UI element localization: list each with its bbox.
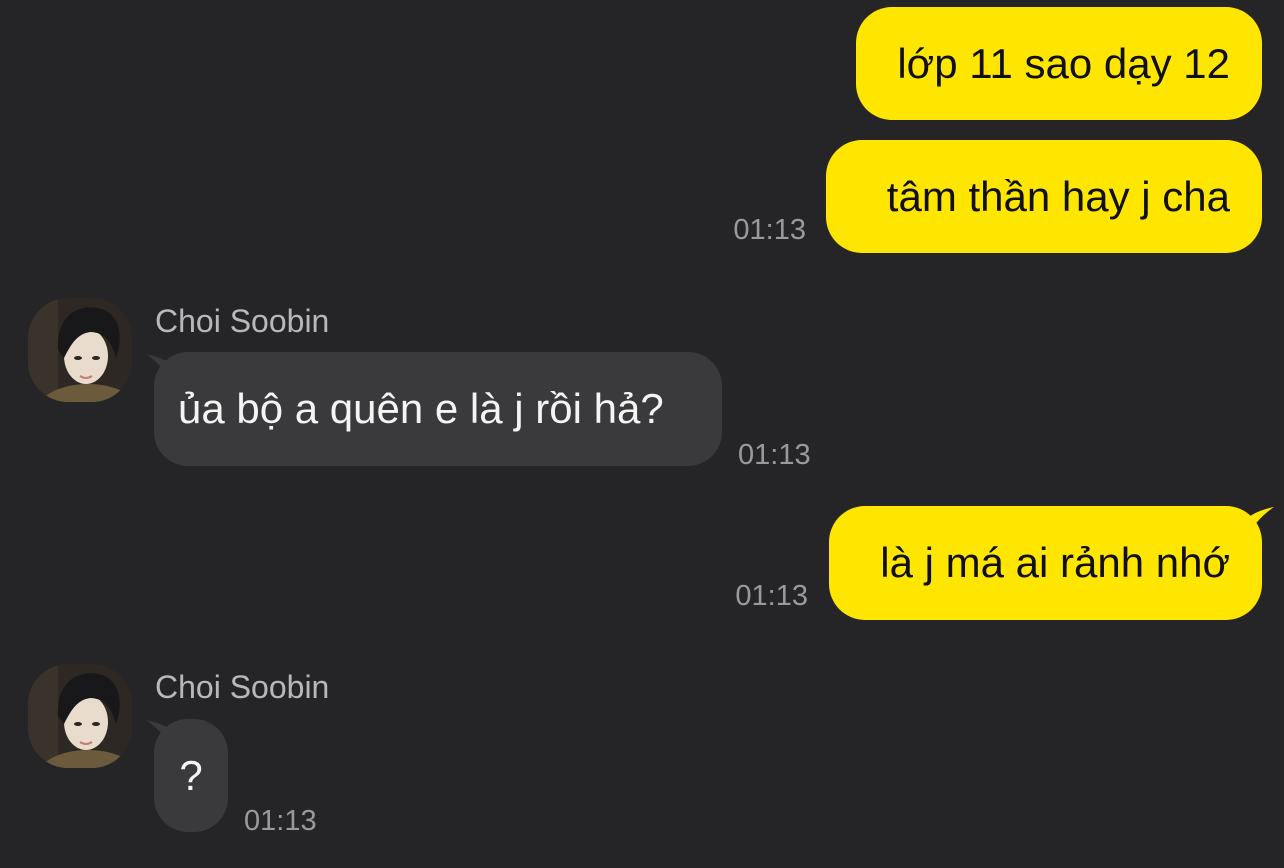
profile-photo-avatar-icon [28, 298, 132, 402]
contact-avatar[interactable] [28, 298, 132, 402]
incoming-message-bubble[interactable]: ? [154, 719, 228, 832]
message-text: lớp 11 sao dạy 12 [897, 39, 1230, 87]
message-text: tâm thần hay j cha [886, 172, 1230, 220]
message-timestamp: 01:13 [733, 214, 806, 246]
outgoing-message-bubble[interactable]: tâm thần hay j cha [826, 140, 1262, 253]
message-text: ? [179, 751, 203, 799]
contact-avatar[interactable] [28, 664, 132, 768]
message-text: là j má ai rảnh nhớ [880, 539, 1230, 586]
incoming-message-bubble[interactable]: ủa bộ a quên e là j rồi hả? [154, 352, 722, 466]
message-text: ủa bộ a quên e là j rồi hả? [178, 385, 664, 432]
outgoing-message-bubble[interactable]: là j má ai rảnh nhớ [829, 506, 1262, 620]
sender-name: Choi Soobin [155, 669, 330, 705]
message-timestamp: 01:13 [244, 805, 317, 837]
message-timestamp: 01:13 [738, 439, 811, 471]
outgoing-message-bubble[interactable]: lớp 11 sao dạy 12 [856, 7, 1262, 120]
sender-name: Choi Soobin [155, 303, 330, 339]
profile-photo-avatar-icon [28, 664, 132, 768]
message-timestamp: 01:13 [735, 580, 808, 612]
